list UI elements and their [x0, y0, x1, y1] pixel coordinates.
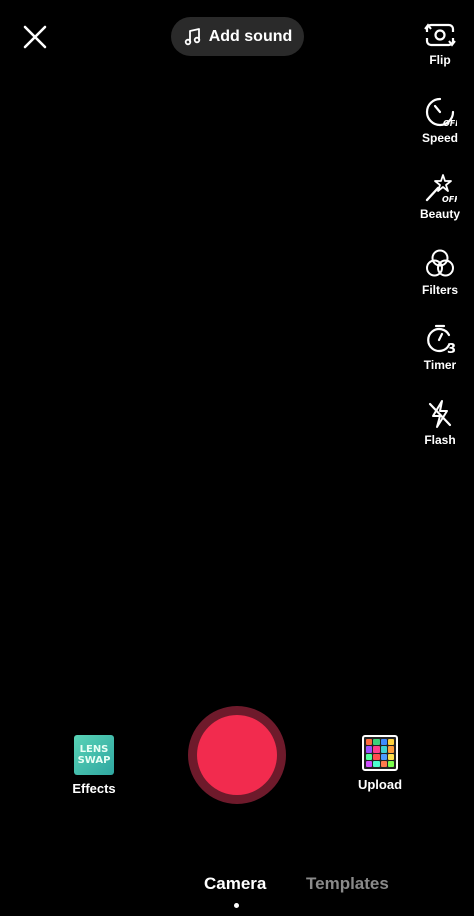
flip-button[interactable]: Flip: [410, 20, 470, 67]
active-tab-indicator: [234, 903, 239, 908]
flip-label: Flip: [429, 53, 451, 67]
flash-label: Flash: [424, 433, 456, 447]
add-sound-button[interactable]: Add sound: [171, 17, 304, 56]
svg-text:3: 3: [447, 342, 456, 355]
effects-thumbnail: LENS SWAP: [74, 735, 114, 775]
close-button[interactable]: [18, 20, 52, 54]
record-button[interactable]: [188, 706, 286, 804]
upload-thumbnail: [362, 735, 398, 771]
tab-templates[interactable]: Templates: [306, 874, 389, 894]
timer-button[interactable]: 3 Timer: [410, 323, 470, 372]
record-button-inner: [197, 715, 277, 795]
flash-off-icon: [428, 400, 452, 428]
tab-camera[interactable]: Camera: [204, 874, 266, 894]
upload-button[interactable]: Upload: [350, 735, 410, 792]
flip-camera-icon: [424, 23, 456, 47]
upload-label: Upload: [357, 777, 403, 792]
close-icon: [23, 25, 47, 49]
add-sound-label: Add sound: [208, 27, 293, 45]
speed-label: Speed: [421, 131, 458, 145]
filters-button[interactable]: Filters: [410, 248, 470, 297]
effects-label: Effects: [72, 781, 116, 796]
filters-label: Filters: [421, 283, 458, 297]
speed-button[interactable]: OFF Speed: [410, 96, 470, 145]
svg-text:OFF: OFF: [442, 195, 457, 204]
speed-icon: OFF: [425, 97, 457, 128]
timer-icon: 3: [427, 324, 456, 355]
beauty-wand-icon: OFF: [425, 174, 457, 204]
beauty-label: Beauty: [419, 207, 460, 221]
svg-text:OFF: OFF: [443, 119, 457, 128]
music-note-icon: [184, 27, 200, 45]
filters-icon: [426, 249, 454, 277]
beauty-button[interactable]: OFF Beauty: [410, 172, 470, 221]
timer-label: Timer: [423, 358, 457, 372]
effects-button[interactable]: LENS SWAP Effects: [64, 735, 124, 796]
flash-button[interactable]: Flash: [410, 398, 470, 447]
